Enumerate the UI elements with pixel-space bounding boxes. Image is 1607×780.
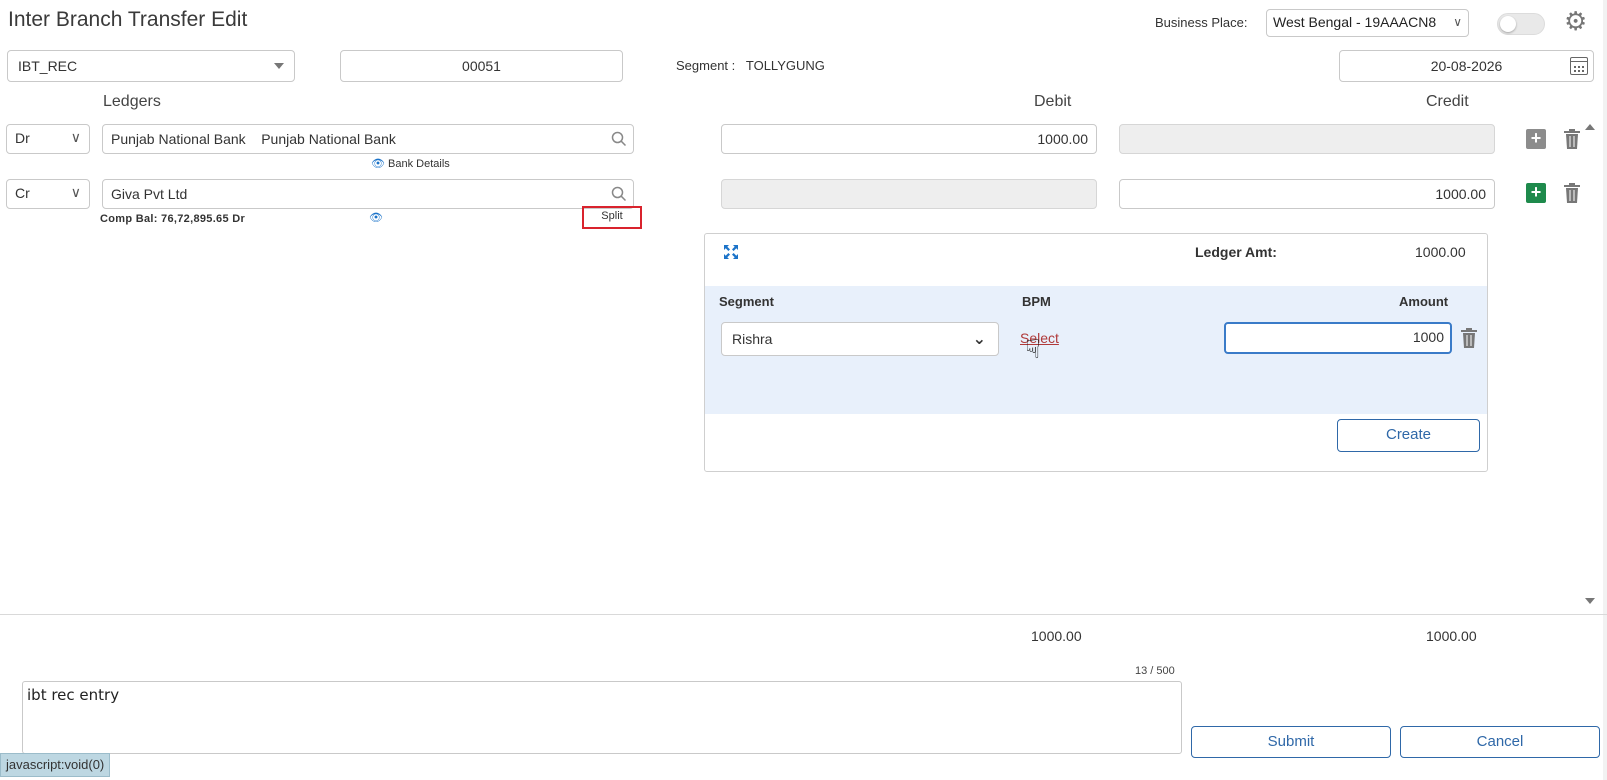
toggle-knob (1500, 16, 1516, 32)
segment-select[interactable]: Rishra ⌄ (721, 322, 999, 356)
voucher-type-value: IBT_REC (18, 58, 78, 74)
segment-label: Segment : (676, 58, 736, 73)
search-icon[interactable] (611, 131, 627, 147)
bank-details-label: Bank Details (388, 158, 450, 170)
ledger-amt-label: Ledger Amt: (1195, 244, 1277, 260)
drcr-select-row1[interactable]: Dr ∨ (6, 124, 90, 154)
chevron-down-icon: ⌄ (972, 331, 986, 348)
status-bar: javascript:void(0) (0, 753, 111, 777)
split-col-bpm: BPM (1022, 294, 1051, 309)
debit-input-row1[interactable]: 1000.00 (721, 124, 1097, 154)
scroll-up-arrow[interactable] (1585, 124, 1595, 130)
chevron-down-icon: ∨ (70, 129, 81, 145)
segment-select-value: Rishra (732, 331, 773, 347)
create-button[interactable]: Create (1337, 419, 1480, 452)
segment-value: TOLLYGUNG (745, 58, 825, 73)
scroll-down-arrow[interactable] (1585, 598, 1595, 604)
date-value: 20-08-2026 (1430, 58, 1503, 74)
total-debit: 1000.00 (1031, 628, 1082, 644)
date-field[interactable]: 20-08-2026 (1339, 50, 1594, 82)
narration-counter: 13 / 500 (1135, 665, 1175, 677)
calendar-icon[interactable] (1570, 57, 1588, 75)
chevron-down-icon: ∨ (1453, 15, 1462, 29)
hand-cursor-icon: ☟ (1025, 334, 1041, 364)
ledger-value: Giva Pvt Ltd (111, 186, 188, 202)
trash-icon[interactable] (1460, 328, 1478, 348)
voucher-number-field[interactable]: 00051 (340, 50, 623, 82)
eye-icon: 👁 (371, 158, 385, 170)
ledger-input-row1[interactable]: Punjab National Bank Punjab National Ban… (102, 124, 634, 154)
add-row-button[interactable]: + (1526, 129, 1546, 149)
ledger-value: Punjab National Bank Punjab National Ban… (111, 131, 396, 147)
column-header-credit: Credit (1426, 93, 1469, 110)
credit-input-row1 (1119, 124, 1495, 154)
trash-icon[interactable] (1563, 129, 1581, 149)
cancel-button[interactable]: Cancel (1400, 726, 1600, 758)
segment-info: Segment : TOLLYGUNG (676, 58, 825, 73)
business-place-label: Business Place: (1155, 15, 1248, 30)
split-link[interactable]: Split (582, 206, 642, 229)
chevron-down-icon: ∨ (70, 184, 81, 200)
business-place-value: West Bengal - 19AAACN8 (1273, 14, 1437, 30)
company-balance: Comp Bal: 76,72,895.65 Dr (100, 213, 246, 225)
narration-textarea[interactable]: ibt rec entry (22, 681, 1182, 754)
total-credit: 1000.00 (1426, 628, 1477, 644)
column-header-ledgers: Ledgers (103, 93, 161, 110)
drcr-value: Cr (15, 185, 30, 201)
split-amount-input[interactable]: 1000 (1224, 322, 1452, 354)
expand-icon[interactable] (723, 244, 739, 260)
toggle-switch[interactable] (1497, 13, 1545, 35)
split-col-segment: Segment (719, 294, 774, 309)
split-panel: Ledger Amt: 1000.00 Segment BPM Amount R… (704, 233, 1488, 472)
voucher-type-select[interactable]: IBT_REC (7, 50, 295, 82)
submit-button[interactable]: Submit (1191, 726, 1391, 758)
totals-divider (0, 614, 1607, 615)
business-place-select[interactable]: West Bengal - 19AAACN8 ∨ (1266, 9, 1469, 37)
trash-icon[interactable] (1563, 183, 1581, 203)
ledger-input-row2[interactable]: Giva Pvt Ltd (102, 179, 634, 209)
ledger-amt-value: 1000.00 (1415, 244, 1466, 260)
debit-input-row2 (721, 179, 1097, 209)
gear-icon[interactable]: ⚙ (1564, 8, 1587, 34)
bank-details-link[interactable]: 👁 Bank Details (371, 157, 450, 170)
split-col-amount: Amount (1399, 294, 1449, 309)
credit-input-row2[interactable]: 1000.00 (1119, 179, 1495, 209)
page-title: Inter Branch Transfer Edit (8, 8, 248, 31)
search-icon[interactable] (611, 186, 627, 202)
drcr-value: Dr (15, 130, 30, 146)
add-row-button[interactable]: + (1526, 183, 1546, 203)
column-header-debit: Debit (1034, 93, 1072, 110)
drcr-select-row2[interactable]: Cr ∨ (6, 179, 90, 209)
eye-icon[interactable]: 👁 (369, 211, 383, 224)
window-edge (1603, 0, 1607, 780)
caret-down-icon (274, 63, 284, 69)
